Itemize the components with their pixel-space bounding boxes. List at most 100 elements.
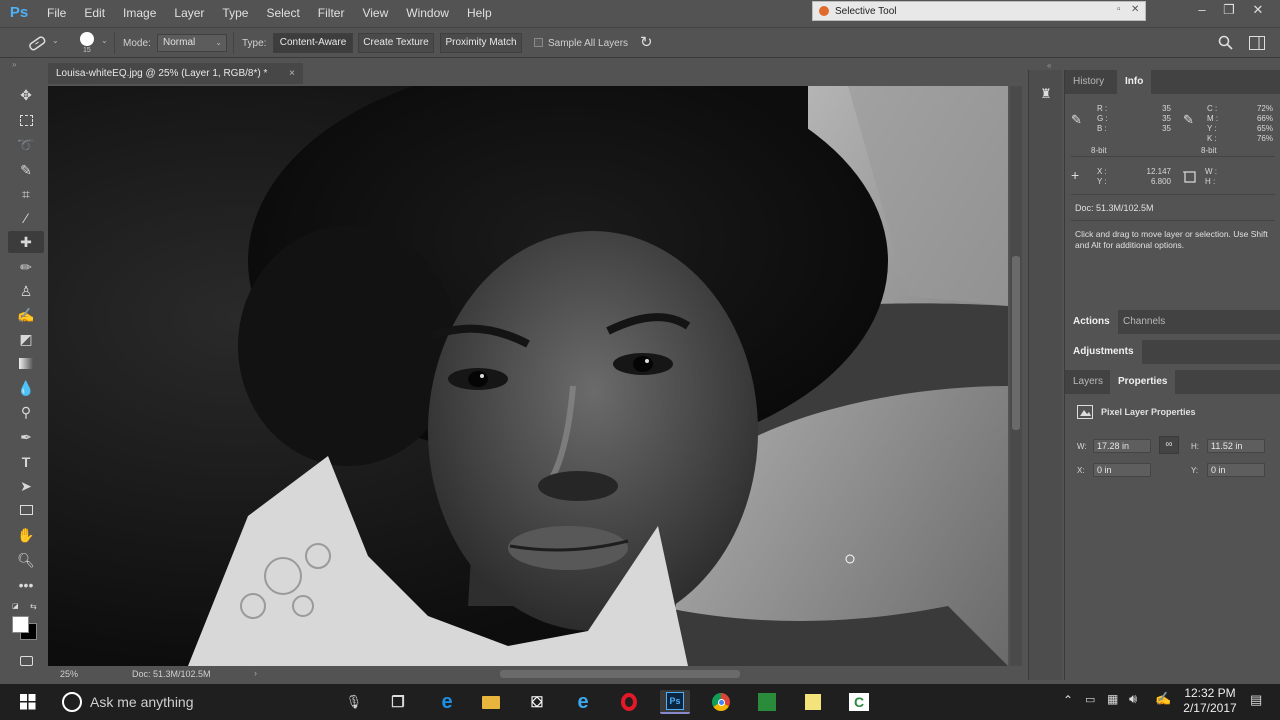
task-view-icon[interactable]: ❐ [385, 690, 411, 714]
search-icon[interactable] [1218, 35, 1234, 51]
marquee-tool-icon[interactable] [8, 109, 44, 131]
prop-h-field[interactable]: 11.52 in [1207, 439, 1265, 453]
eyedropper-readout-2-icon[interactable]: ✎ [1183, 112, 1194, 128]
tab-adjustments[interactable]: Adjustments [1065, 340, 1142, 364]
menu-type[interactable]: Type [213, 6, 257, 20]
menu-edit[interactable]: Edit [75, 6, 114, 20]
default-colors-icon[interactable]: ◪ [12, 602, 22, 610]
restore-icon[interactable]: ▫ [1117, 4, 1121, 15]
dodge-tool-icon[interactable]: ⚲ [8, 401, 44, 423]
zoom-tool-icon[interactable]: 🔍︎ [8, 549, 44, 571]
pen-workspace-icon[interactable]: ✍ [1155, 691, 1171, 707]
collapse-panels-icon[interactable]: « [1047, 61, 1051, 70]
network-icon[interactable]: ▦ [1107, 692, 1118, 706]
cortana-search-box[interactable]: Ask me anything 🎙︎ [52, 684, 372, 720]
microphone-icon[interactable]: 🎙︎ [345, 694, 362, 710]
horizontal-scrollbar-thumb[interactable] [500, 670, 740, 678]
quick-mask-icon[interactable] [8, 650, 44, 672]
menu-view[interactable]: View [353, 6, 397, 20]
minimize-icon[interactable]: – [1188, 2, 1216, 17]
pressure-size-icon[interactable]: ↻ [640, 33, 653, 51]
document-canvas[interactable] [48, 86, 1008, 666]
link-dimensions-icon[interactable]: ∞ [1159, 436, 1179, 454]
internet-explorer-icon[interactable]: e [570, 690, 596, 714]
move-tool-icon[interactable]: ✥ [8, 84, 44, 106]
crop-tool-icon[interactable]: ⌗ [8, 183, 44, 205]
hand-tool-icon[interactable]: ✋ [8, 524, 44, 546]
foreground-color-swatch[interactable] [12, 616, 29, 633]
swap-colors-icon[interactable]: ⇆ [30, 602, 37, 611]
path-selection-tool-icon[interactable]: ➤ [8, 475, 44, 497]
camtasia-icon[interactable]: C [846, 690, 872, 714]
more-tools-icon[interactable]: ••• [8, 574, 44, 596]
prop-x-field[interactable]: 0 in [1093, 463, 1151, 477]
sticky-notes-icon[interactable] [800, 690, 826, 714]
file-explorer-icon[interactable] [478, 690, 504, 714]
doc-size-status[interactable]: Doc: 51.3M/102.5M [132, 669, 211, 679]
history-brush-tool-icon[interactable]: ✍ [8, 304, 44, 326]
blur-tool-icon[interactable]: 💧 [8, 377, 44, 399]
healing-brush-tool-preset-icon[interactable] [26, 34, 48, 52]
document-tab[interactable]: Louisa-whiteEQ.jpg @ 25% (Layer 1, RGB/8… [48, 63, 303, 84]
vertical-scrollbar-thumb[interactable] [1012, 256, 1020, 430]
menu-layer[interactable]: Layer [165, 6, 213, 20]
battery-icon[interactable]: ▭ [1085, 693, 1095, 706]
edge-browser-icon[interactable]: e [434, 690, 460, 714]
store-icon[interactable]: ⛋ [524, 690, 550, 714]
chrome-icon[interactable] [708, 690, 734, 714]
brush-chevron-icon[interactable]: ⌄ [101, 36, 108, 45]
status-menu-icon[interactable]: › [254, 668, 257, 678]
eyedropper-tool-icon[interactable]: ⁄ [8, 207, 44, 229]
windows-start-icon[interactable] [20, 694, 36, 710]
selective-tool-window[interactable]: Selective Tool ▫ ✕ [812, 1, 1146, 21]
menu-file[interactable]: File [38, 6, 75, 20]
prop-w-field[interactable]: 17.28 in [1093, 439, 1151, 453]
tab-channels[interactable]: Channels [1115, 310, 1173, 334]
tab-actions[interactable]: Actions [1065, 310, 1118, 334]
create-texture-button[interactable]: Create Texture [358, 33, 434, 53]
close-tab-icon[interactable]: × [289, 63, 295, 84]
content-aware-button[interactable]: Content-Aware [273, 33, 353, 53]
eraser-tool-icon[interactable]: ◩ [8, 328, 44, 350]
y-value: 65% [1256, 124, 1273, 133]
brush-tool-icon[interactable]: ✏ [8, 256, 44, 278]
tab-history[interactable]: History [1065, 70, 1112, 94]
maximize-icon[interactable]: ❐ [1215, 2, 1243, 18]
menu-image[interactable]: Image [114, 6, 165, 20]
prop-y-field[interactable]: 0 in [1207, 463, 1265, 477]
preset-chevron-icon[interactable]: ⌄ [52, 36, 59, 45]
show-hidden-icons[interactable]: ⌃ [1063, 693, 1073, 707]
menu-help[interactable]: Help [458, 6, 501, 20]
window-close-icon[interactable]: ✕ [1244, 2, 1272, 18]
gradient-tool-icon[interactable] [8, 352, 44, 374]
brush-size-preview[interactable] [80, 32, 94, 46]
taskbar-clock[interactable]: 12:32 PM 2/17/2017 [1182, 686, 1238, 716]
opera-icon[interactable] [616, 690, 642, 714]
tab-layers[interactable]: Layers [1065, 370, 1111, 394]
clone-source-icon[interactable]: ♜ [1035, 84, 1057, 104]
tab-properties[interactable]: Properties [1110, 370, 1176, 394]
pen-tool-icon[interactable]: ✒ [8, 426, 44, 448]
volume-icon[interactable]: 🔊︎ [1129, 691, 1137, 707]
lasso-tool-icon[interactable]: ➰ [8, 134, 44, 156]
rectangle-tool-icon[interactable] [8, 499, 44, 521]
tab-info[interactable]: Info [1117, 70, 1152, 94]
type-tool-icon[interactable]: T [8, 451, 44, 473]
proximity-match-button[interactable]: Proximity Match [440, 33, 522, 53]
mode-select[interactable]: Normal ⌄ [157, 34, 227, 52]
close-icon[interactable]: ✕ [1131, 4, 1139, 15]
zoom-level[interactable]: 25% [60, 669, 78, 679]
workspace-icon[interactable] [1249, 36, 1265, 50]
menu-filter[interactable]: Filter [309, 6, 354, 20]
eyedropper-readout-icon[interactable]: ✎ [1071, 112, 1082, 128]
action-center-icon[interactable]: ▤ [1250, 692, 1262, 708]
toolbar-collapse-icon[interactable]: » [12, 60, 16, 69]
sample-all-layers-checkbox[interactable] [534, 38, 543, 47]
clone-stamp-tool-icon[interactable]: ♙ [8, 280, 44, 302]
quick-selection-tool-icon[interactable]: ✎ [8, 159, 44, 181]
healing-brush-tool-icon[interactable]: ✚ [8, 231, 44, 253]
spreadsheet-app-icon[interactable] [754, 690, 780, 714]
menu-select[interactable]: Select [257, 6, 308, 20]
menu-window[interactable]: Window [397, 6, 458, 20]
photoshop-taskbar-icon[interactable]: Ps [660, 690, 690, 714]
